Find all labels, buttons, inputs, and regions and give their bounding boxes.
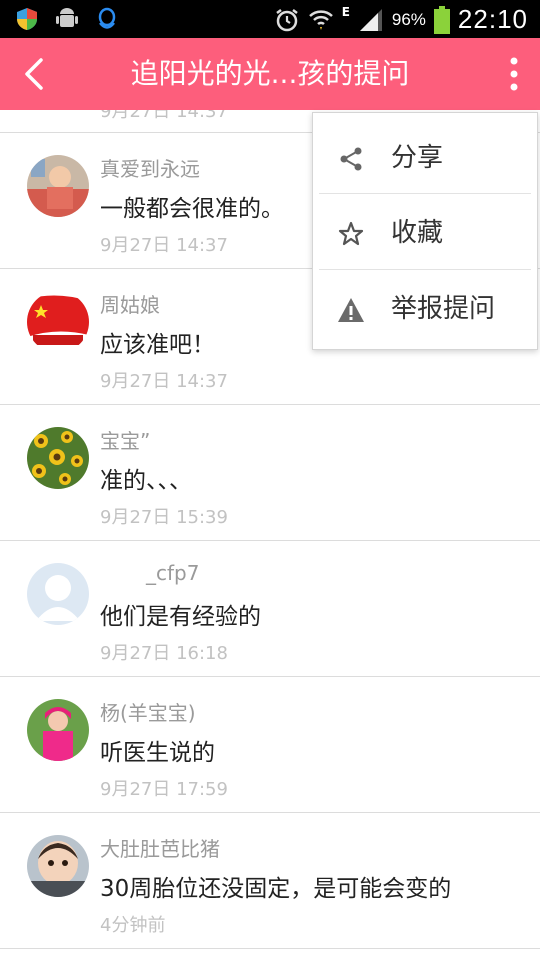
comment-text: 应该准吧！ [100,332,215,358]
comment-username[interactable]: 杨(羊宝宝) [100,697,196,726]
avatar[interactable] [27,427,89,489]
avatar[interactable] [27,835,89,897]
avatar[interactable] [27,563,89,625]
comment-text: 一般都会很准的。 [100,196,284,222]
comment-time: 9月27日 16:18 [100,643,228,664]
overflow-menu: 分享 收藏 举报提问 [312,112,538,350]
android-debug-icon [56,8,78,27]
avatar[interactable] [27,291,89,353]
comment-time: 9月27日 17:59 [100,779,228,800]
list-item[interactable]: 大肚肚芭比猪 30周胎位还没固定，是可能会变的 4分钟前 [0,813,540,949]
comment-username[interactable]: 周姑娘 [100,289,160,318]
comment-text: 听医生说的 [100,740,215,766]
comment-username[interactable]: 宝宝” [100,425,150,454]
status-bar: E 96% 22:10 [0,0,540,38]
wifi-icon [308,9,333,30]
alarm-icon [275,8,298,31]
comment-username[interactable]: 大肚肚芭比猪 [100,833,220,862]
shield-icon [17,8,37,30]
battery-percent: 96% [391,9,426,29]
app-header: 追阳光的光...孩的提问 [0,38,540,110]
clock: 22:10 [457,4,528,34]
avatar[interactable] [27,155,89,217]
back-arrow-icon[interactable] [16,54,56,94]
comment-text: 30周胎位还没固定，是可能会变的 [100,876,452,902]
menu-item-report[interactable]: 举报提问 [313,270,537,348]
page-title: 追阳光的光...孩的提问 [130,57,410,90]
comment-text: 准的、、、 [100,468,192,494]
warning-icon [338,298,364,322]
comment-time: 9月27日 14:37 [100,110,228,122]
signal-icon [359,8,382,31]
avatar[interactable] [27,699,89,761]
qq-icon [98,7,116,29]
comment-username[interactable]: _cfp7 [146,561,199,585]
list-item[interactable]: 宝宝” 准的、、、 9月27日 15:39 [0,405,540,541]
menu-item-favorite[interactable]: 收藏 [313,194,537,272]
more-vertical-icon[interactable] [506,56,522,92]
menu-item-label: 收藏 [391,218,444,248]
menu-item-label: 举报提问 [391,294,496,324]
battery-icon [433,5,450,34]
comment-time: 9月27日 14:37 [100,371,228,392]
comment-time: 9月27日 14:37 [100,235,228,256]
star-icon [338,221,364,246]
list-item[interactable]: 杨(羊宝宝) 听医生说的 9月27日 17:59 [0,677,540,813]
comment-time: 4分钟前 [100,915,166,936]
comment-text: 他们是有经验的 [100,604,261,630]
comment-time: 9月27日 15:39 [100,507,228,528]
menu-item-share[interactable]: 分享 [313,119,537,197]
list-item[interactable]: _cfp7 他们是有经验的 9月27日 16:18 [0,541,540,677]
menu-item-label: 分享 [391,143,444,173]
network-type-label: E [341,4,350,19]
comment-username[interactable]: 真爱到永远 [100,153,200,182]
share-icon [340,147,362,171]
